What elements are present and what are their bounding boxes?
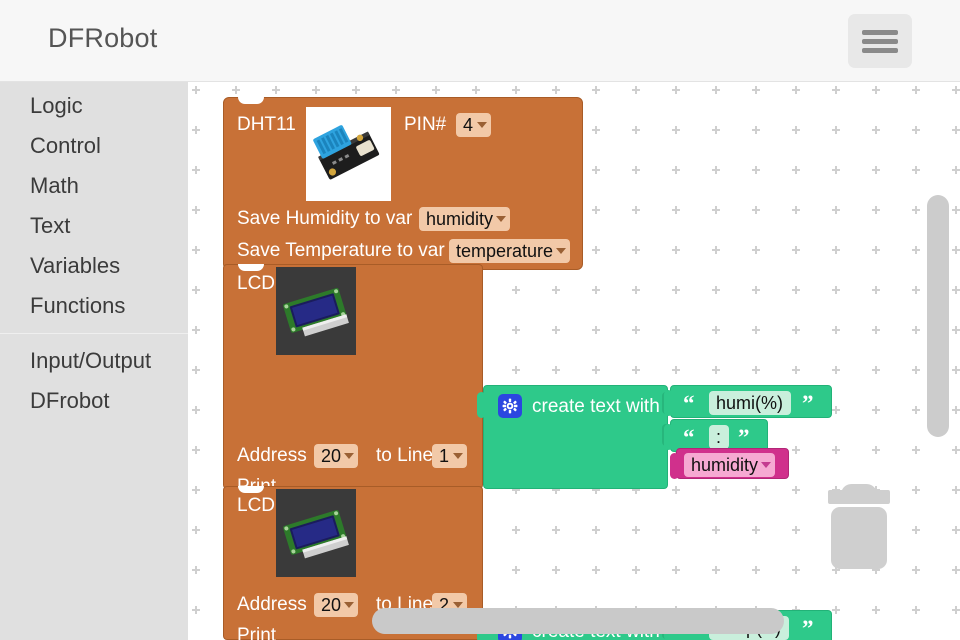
field-value: 1 bbox=[439, 446, 450, 466]
field-value: 20 bbox=[321, 446, 342, 466]
lcd-display-image bbox=[276, 489, 356, 577]
vertical-scrollbar[interactable] bbox=[927, 195, 949, 437]
chevron-down-icon bbox=[477, 122, 487, 128]
field-value: 4 bbox=[463, 115, 474, 135]
block-lcd-1-address-label: Address bbox=[237, 445, 307, 466]
field-value: humidity bbox=[426, 209, 494, 229]
field-value: : bbox=[716, 427, 722, 447]
sidebar-item-text[interactable]: Text bbox=[0, 206, 188, 246]
block-dht11[interactable]: DHT11 PIN# 4 Save Humidity to var humidi… bbox=[223, 97, 583, 270]
page-title: DFRobot bbox=[48, 23, 158, 53]
lcd-display-image bbox=[276, 267, 356, 355]
sidebar-item-functions[interactable]: Functions bbox=[0, 286, 188, 326]
trash-can-icon[interactable] bbox=[818, 482, 900, 574]
category-sidebar: Logic Control Math Text Variables Functi… bbox=[0, 82, 188, 640]
hamburger-menu-icon bbox=[862, 30, 898, 35]
sidebar-item-label: Logic bbox=[30, 93, 83, 118]
block-dht11-pin-field[interactable]: 4 bbox=[456, 113, 491, 137]
text-field-humi[interactable]: humi(%) bbox=[709, 391, 792, 415]
horizontal-scrollbar[interactable] bbox=[372, 608, 784, 634]
block-notch bbox=[238, 97, 264, 104]
block-lcd-1-line-field[interactable]: 1 bbox=[432, 444, 467, 468]
field-value: humidity bbox=[691, 455, 759, 475]
chevron-down-icon bbox=[344, 453, 355, 459]
sidebar-item-label: Text bbox=[30, 213, 71, 238]
block-plug bbox=[664, 424, 673, 450]
chevron-down-icon bbox=[556, 248, 567, 254]
gear-icon[interactable] bbox=[498, 394, 522, 418]
sidebar-item-label: Math bbox=[30, 173, 79, 198]
sidebar-item-label: Variables bbox=[30, 253, 121, 278]
chevron-down-icon bbox=[496, 216, 507, 222]
block-lcd-1-title: LCD bbox=[237, 273, 276, 294]
field-value: 20 bbox=[321, 595, 342, 615]
field-value: temperature bbox=[456, 241, 554, 261]
sidebar-item-logic[interactable]: Logic bbox=[0, 86, 188, 126]
block-lcd-2-title: LCD bbox=[237, 495, 276, 516]
block-lcd-1[interactable]: LCD Address 20 to Line 1 bbox=[223, 264, 483, 497]
block-dht11-title: DHT11 bbox=[237, 114, 296, 135]
block-plug bbox=[477, 392, 486, 418]
block-dht11-humidity-label: Save Humidity to var bbox=[237, 208, 413, 229]
hamburger-menu-icon-bar2 bbox=[862, 39, 898, 44]
block-notch bbox=[238, 486, 264, 493]
category-list-primary: Logic Control Math Text Variables Functi… bbox=[0, 82, 188, 326]
chevron-down-icon bbox=[761, 462, 772, 468]
hamburger-menu-icon-bar3 bbox=[862, 48, 898, 53]
chevron-down-icon bbox=[344, 602, 355, 608]
sidebar-item-control[interactable]: Control bbox=[0, 126, 188, 166]
quote-close-icon: ” bbox=[802, 616, 814, 640]
quote-open-icon: “ bbox=[683, 391, 695, 416]
dht11-sensor-image bbox=[306, 107, 391, 201]
block-lcd-1-address-field[interactable]: 20 bbox=[314, 444, 359, 468]
block-plug bbox=[664, 390, 673, 416]
sidebar-item-label: Functions bbox=[30, 293, 126, 318]
block-dht11-temperature-label: Save Temperature to var bbox=[237, 240, 445, 261]
block-dht11-pin-label: PIN# bbox=[404, 114, 447, 135]
blockly-workspace[interactable]: DHT11 PIN# 4 Save Humidity to var humidi… bbox=[188, 82, 960, 640]
sidebar-item-label: Control bbox=[30, 133, 101, 158]
sidebar-item-variables[interactable]: Variables bbox=[0, 246, 188, 286]
text-field-colon[interactable]: : bbox=[709, 425, 730, 449]
block-plug bbox=[670, 453, 679, 479]
block-variable-humidity[interactable]: humidity bbox=[670, 448, 789, 479]
block-text-humi[interactable]: “ humi(%) ” bbox=[664, 385, 832, 418]
variable-field-humidity[interactable]: humidity bbox=[684, 453, 776, 477]
sidebar-item-dfrobot[interactable]: DFrobot bbox=[0, 381, 188, 421]
block-lcd-2-print-label: Print bbox=[237, 625, 277, 640]
hamburger-menu-button[interactable] bbox=[848, 14, 912, 68]
app-root: DFRobot Logic Control Math Text Variable… bbox=[0, 0, 960, 640]
block-lcd-2-address-label: Address bbox=[237, 594, 307, 615]
category-list-secondary: Input/Output DFrobot bbox=[0, 341, 188, 421]
field-value: humi(%) bbox=[716, 393, 784, 413]
sidebar-item-input-output[interactable]: Input/Output bbox=[0, 341, 188, 381]
sidebar-item-label: Input/Output bbox=[30, 348, 152, 373]
block-lcd-1-line-label: to Line bbox=[376, 445, 434, 466]
block-dht11-humidity-field[interactable]: humidity bbox=[419, 207, 511, 231]
app-header: DFRobot bbox=[0, 0, 960, 82]
sidebar-item-label: DFrobot bbox=[30, 388, 110, 413]
block-create-text-1[interactable]: create text with bbox=[477, 385, 670, 489]
quote-close-icon: ” bbox=[802, 391, 814, 416]
quote-open-icon: “ bbox=[683, 425, 695, 450]
chevron-down-icon bbox=[453, 453, 463, 459]
block-notch bbox=[238, 264, 264, 271]
sidebar-item-math[interactable]: Math bbox=[0, 166, 188, 206]
block-dht11-temperature-field[interactable]: temperature bbox=[449, 239, 571, 263]
quote-close-icon: ” bbox=[738, 425, 750, 450]
block-create-text-1-label: create text with bbox=[532, 396, 660, 417]
sidebar-divider bbox=[0, 333, 188, 334]
block-lcd-2-address-field[interactable]: 20 bbox=[314, 593, 359, 617]
